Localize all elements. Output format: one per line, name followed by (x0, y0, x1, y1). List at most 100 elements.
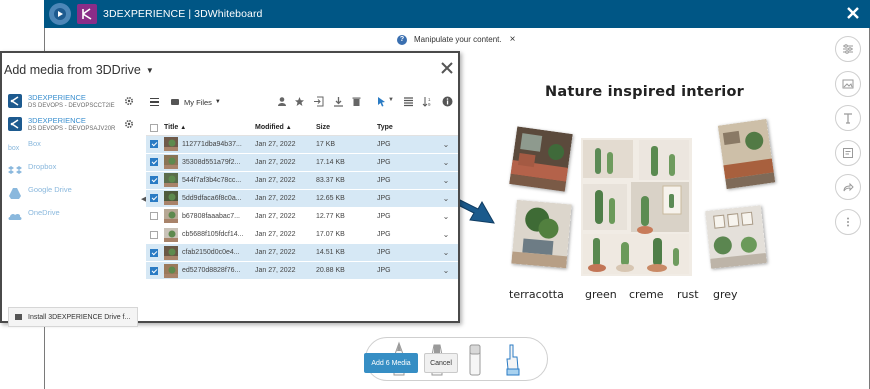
select-all-checkbox[interactable] (150, 123, 158, 132)
photo-terracotta-living-room[interactable] (509, 126, 573, 192)
folder-icon (171, 99, 179, 105)
compass-icon[interactable] (49, 3, 71, 25)
file-size: 20.88 KB (316, 261, 377, 281)
list-view-icon[interactable] (403, 96, 414, 107)
source-onedrive[interactable]: OneDrive (4, 206, 140, 229)
chevron-down-icon[interactable]: ⌄ (434, 153, 458, 172)
column-modified[interactable]: Modified ▲ (255, 121, 316, 136)
table-row[interactable]: 112771dba94b37... Jan 27, 2022 17 KB JPG ⌄ (146, 135, 458, 154)
cancel-button[interactable]: Cancel (424, 353, 458, 373)
row-checkbox[interactable] (150, 266, 158, 275)
table-row[interactable]: ed5270d8828f76... Jan 27, 2022 20.88 KB JPG… (146, 261, 458, 281)
text-icon[interactable] (835, 105, 861, 131)
help-icon: ? (397, 34, 407, 45)
source-3dexperience-2[interactable]: 3DEXPERIENCE DS DEVOPS - DEVOPSAJV20R (4, 114, 140, 137)
file-name: 35308d551a79f2... (182, 158, 241, 166)
app-window: 3DEXPERIENCE | 3DWhiteboard ? Manipulate… (0, 0, 870, 389)
source-label: Google Drive (28, 185, 72, 194)
chevron-down-icon[interactable]: ⌄ (434, 243, 458, 263)
source-box[interactable]: box Box (4, 137, 140, 160)
more-icon[interactable] (835, 208, 861, 235)
table-row[interactable]: 544f7af3b4c78cc... Jan 27, 2022 83.37 KB JP… (146, 171, 458, 190)
source-3dexperience-1[interactable]: 3DEXPERIENCE DS DEVOPS - DEVOPSCCT2IE (4, 91, 140, 114)
chevron-down-icon[interactable]: ⌄ (434, 171, 458, 190)
row-select-cell (146, 243, 164, 263)
row-checkbox[interactable] (150, 176, 158, 185)
add-user-icon[interactable] (277, 96, 288, 107)
photo-rust-room[interactable] (717, 118, 776, 190)
info-icon[interactable] (442, 96, 453, 107)
file-thumbnail (164, 227, 178, 242)
chevron-down-icon[interactable]: ▼ (388, 97, 394, 103)
file-type: JPG (377, 207, 434, 226)
column-title[interactable]: Title ▲ (164, 121, 255, 136)
caret-down-icon[interactable]: ▼ (146, 66, 154, 75)
column-size[interactable]: Size (316, 121, 377, 136)
row-checkbox[interactable] (150, 158, 158, 167)
source-dropbox[interactable]: Dropbox (4, 160, 140, 183)
download-icon[interactable] (333, 96, 344, 107)
select-hand-icon[interactable] (504, 341, 522, 377)
table-row[interactable]: 35308d551a79f2... Jan 27, 2022 17.14 KB JPG… (146, 153, 458, 172)
star-icon[interactable] (294, 96, 305, 107)
location-dropdown[interactable]: My Files ▼ (171, 98, 221, 107)
gear-icon[interactable] (124, 96, 134, 106)
row-checkbox[interactable] (150, 230, 158, 239)
file-name: b67808faaabac7... (182, 212, 240, 220)
chevron-down-icon[interactable]: ⌄ (434, 135, 458, 154)
add-media-button[interactable]: Add 6 Media (364, 353, 418, 373)
file-thumbnail (164, 245, 178, 260)
table-row[interactable]: 5dd9dfaca6f8c0a... Jan 27, 2022 12.65 KB JP… (146, 189, 458, 208)
hint-close-button[interactable]: × (510, 34, 516, 45)
table-row[interactable]: b67808faaabac7... Jan 27, 2022 12.77 KB JPG… (146, 207, 458, 226)
chevron-down-icon[interactable]: ⌄ (434, 189, 458, 208)
caption-rust: rust (677, 288, 699, 301)
row-checkbox[interactable] (150, 194, 158, 203)
photo-cactus-collage[interactable] (581, 138, 692, 276)
file-size: 12.65 KB (316, 189, 377, 208)
column-size-label: Size (316, 124, 331, 132)
share-icon[interactable] (835, 174, 861, 200)
note-icon[interactable] (835, 139, 861, 166)
file-toolbar: My Files ▼ ▼ 19 (146, 91, 460, 113)
chevron-down-icon: ▼ (214, 99, 221, 105)
chevron-down-icon[interactable]: ⌄ (434, 207, 458, 226)
close-icon[interactable] (438, 59, 456, 77)
sort-icon[interactable]: 19 (422, 96, 433, 107)
photo-plant-chair[interactable] (511, 199, 572, 269)
file-modified: Jan 27, 2022 (255, 189, 316, 208)
file-type: JPG (377, 225, 434, 245)
row-checkbox[interactable] (150, 212, 158, 221)
eraser-icon[interactable] (467, 341, 483, 377)
close-icon[interactable] (845, 5, 861, 21)
menu-icon[interactable] (150, 98, 159, 106)
file-title-cell: 112771dba94b37... (164, 135, 255, 154)
column-type-label: Type (377, 124, 393, 132)
import-icon[interactable] (313, 96, 324, 107)
whiteboard-app-icon (77, 4, 97, 24)
trash-icon[interactable] (351, 96, 362, 107)
photo-grey-wall[interactable] (705, 205, 767, 269)
gear-icon[interactable] (124, 119, 134, 129)
table-row[interactable]: cb5688f105fdcf14... Jan 27, 2022 17.07 KB J… (146, 225, 458, 245)
dialog-title[interactable]: Add media from 3DDrive ▼ (4, 63, 154, 77)
dropbox-icon (8, 166, 22, 174)
file-title-cell: 5dd9dfaca6f8c0a... (164, 189, 255, 208)
column-type[interactable]: Type (377, 121, 434, 136)
chevron-down-icon[interactable]: ⌄ (434, 261, 458, 281)
sliders-icon[interactable] (835, 36, 861, 62)
source-google-drive[interactable]: Google Drive (4, 183, 140, 206)
select-cursor-icon[interactable] (376, 96, 387, 107)
file-name: cfab2150d0c0e4... (182, 249, 240, 257)
caption-green: green (585, 288, 617, 301)
file-title-cell: 544f7af3b4c78cc... (164, 171, 255, 190)
app-header: 3DEXPERIENCE | 3DWhiteboard (44, 0, 870, 28)
image-icon[interactable] (835, 70, 861, 97)
chevron-down-icon[interactable]: ⌄ (434, 225, 458, 245)
table-row[interactable]: cfab2150d0c0e4... Jan 27, 2022 14.51 KB JPG… (146, 243, 458, 263)
file-thumbnail (164, 155, 178, 170)
row-checkbox[interactable] (150, 248, 158, 257)
3dexperience-icon (8, 94, 22, 108)
row-checkbox[interactable] (150, 140, 158, 149)
install-drive-button[interactable]: Install 3DEXPERIENCE Drive f... (8, 307, 138, 327)
